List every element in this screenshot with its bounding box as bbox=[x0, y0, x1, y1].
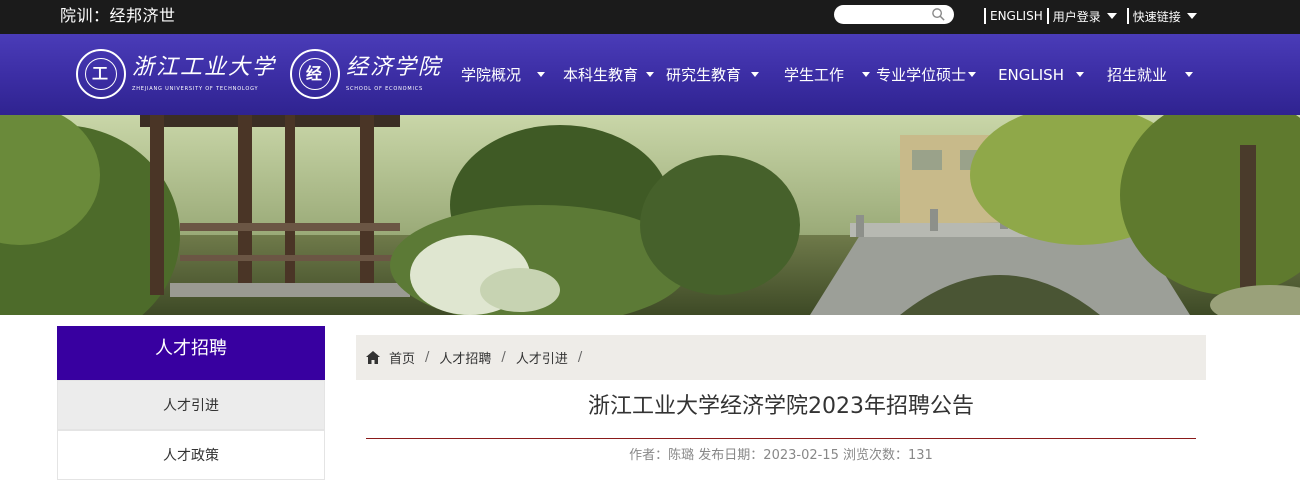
divider bbox=[1126, 8, 1129, 24]
divider bbox=[984, 8, 986, 24]
quick-links-menu[interactable]: 快速链接 bbox=[1133, 8, 1197, 25]
school-name-cn: 经济学院 bbox=[346, 55, 443, 80]
school-wordmark: 经济学院 SCHOOL OF ECONOMICS bbox=[346, 55, 442, 93]
university-name-en: ZHEJIANG UNIVERSITY OF TECHNOLOGY bbox=[132, 86, 259, 92]
search-input[interactable] bbox=[834, 5, 954, 24]
caret-down-icon bbox=[862, 72, 871, 77]
breadcrumb-talent-recruitment[interactable]: 人才招聘 bbox=[439, 348, 491, 367]
breadcrumb: 首页 / 人才招聘 / 人才引进 / bbox=[356, 335, 1206, 380]
breadcrumb-separator: / bbox=[577, 350, 583, 365]
english-link-label: ENGLISH bbox=[990, 9, 1043, 23]
nav-item-admission[interactable]: 招生就业 bbox=[1107, 64, 1193, 85]
nav-item-undergraduate[interactable]: 本科生教育 bbox=[563, 64, 655, 85]
article-title: 浙江工业大学经济学院2023年招聘公告 bbox=[588, 394, 974, 419]
nav-label: ENGLISH bbox=[998, 65, 1064, 84]
caret-down-icon bbox=[646, 72, 655, 77]
caret-down-icon bbox=[1185, 72, 1193, 77]
nav-label: 本科生教育 bbox=[563, 66, 639, 84]
nav-label: 招生就业 bbox=[1106, 66, 1167, 84]
nav-item-overview[interactable]: 学院概况 bbox=[461, 64, 546, 85]
article-meta: 作者：陈璐 发布日期：2023-02-15 浏览次数：131 bbox=[629, 448, 933, 463]
nav-label: 研究生教育 bbox=[666, 66, 742, 84]
breadcrumb-home[interactable]: 首页 bbox=[389, 348, 415, 367]
nav-label: 学院概况 bbox=[461, 66, 522, 84]
caret-down-icon bbox=[968, 72, 977, 77]
user-login-menu[interactable]: 用户登录 bbox=[1053, 8, 1117, 25]
top-bar: 院训：经邦济世 ENGLISH 用户登录 快速链接 bbox=[0, 0, 1300, 34]
university-name-cn: 浙江工业大学 bbox=[132, 55, 277, 80]
sidebar-item-talent-policy[interactable]: 人才政策 bbox=[57, 430, 325, 480]
search-icon[interactable] bbox=[931, 7, 946, 22]
university-wordmark: 浙江工业大学 ZHEJIANG UNIVERSITY OF TECHNOLOGY bbox=[132, 55, 276, 93]
quick-links-label: 快速链接 bbox=[1132, 9, 1181, 24]
main-nav: 学院概况 本科生教育 研究生教育 学生工作 专业学位硕士 ENGLISH 招生就… bbox=[455, 64, 1193, 85]
campus-scene-image bbox=[0, 115, 1300, 315]
breadcrumb-separator: / bbox=[425, 350, 430, 365]
top-links: ENGLISH 用户登录 快速链接 bbox=[980, 6, 1197, 26]
campus-banner bbox=[0, 115, 1300, 315]
divider bbox=[1046, 8, 1049, 24]
school-name-en: SCHOOL OF ECONOMICS bbox=[346, 86, 424, 92]
sidebar-item-label: 人才政策 bbox=[163, 448, 219, 464]
home-icon bbox=[366, 351, 380, 364]
nav-item-student-affairs[interactable]: 学生工作 bbox=[784, 64, 871, 85]
caret-down-icon bbox=[1186, 13, 1197, 19]
sidebar-title: 人才招聘 bbox=[57, 326, 325, 380]
caret-down-icon bbox=[751, 72, 760, 77]
nav-label: 专业学位硕士 bbox=[876, 66, 967, 84]
caret-down-icon bbox=[1075, 72, 1084, 77]
title-divider bbox=[366, 438, 1196, 439]
nav-item-graduate[interactable]: 研究生教育 bbox=[666, 64, 760, 85]
site-logo[interactable]: 工 浙江工业大学 ZHEJIANG UNIVERSITY OF TECHNOLO… bbox=[76, 44, 456, 104]
caret-down-icon bbox=[537, 72, 546, 77]
school-seal-icon: 经 bbox=[290, 49, 341, 99]
breadcrumb-separator: / bbox=[501, 350, 506, 365]
sidebar-item-label: 人才引进 bbox=[163, 398, 219, 414]
header: 工 浙江工业大学 ZHEJIANG UNIVERSITY OF TECHNOLO… bbox=[0, 34, 1300, 115]
english-link[interactable]: ENGLISH bbox=[990, 9, 1043, 23]
nav-label: 学生工作 bbox=[784, 66, 845, 84]
sidebar-item-talent-introduction[interactable]: 人才引进 bbox=[57, 380, 325, 430]
breadcrumb-talent-introduction[interactable]: 人才引进 bbox=[516, 348, 568, 367]
school-motto: 院训：经邦济世 bbox=[60, 6, 176, 25]
caret-down-icon bbox=[1106, 13, 1117, 19]
user-login-label: 用户登录 bbox=[1052, 9, 1101, 24]
university-seal-icon: 工 bbox=[76, 49, 126, 99]
nav-item-professional-master[interactable]: 专业学位硕士 bbox=[876, 64, 977, 85]
nav-item-english[interactable]: ENGLISH bbox=[998, 64, 1084, 85]
